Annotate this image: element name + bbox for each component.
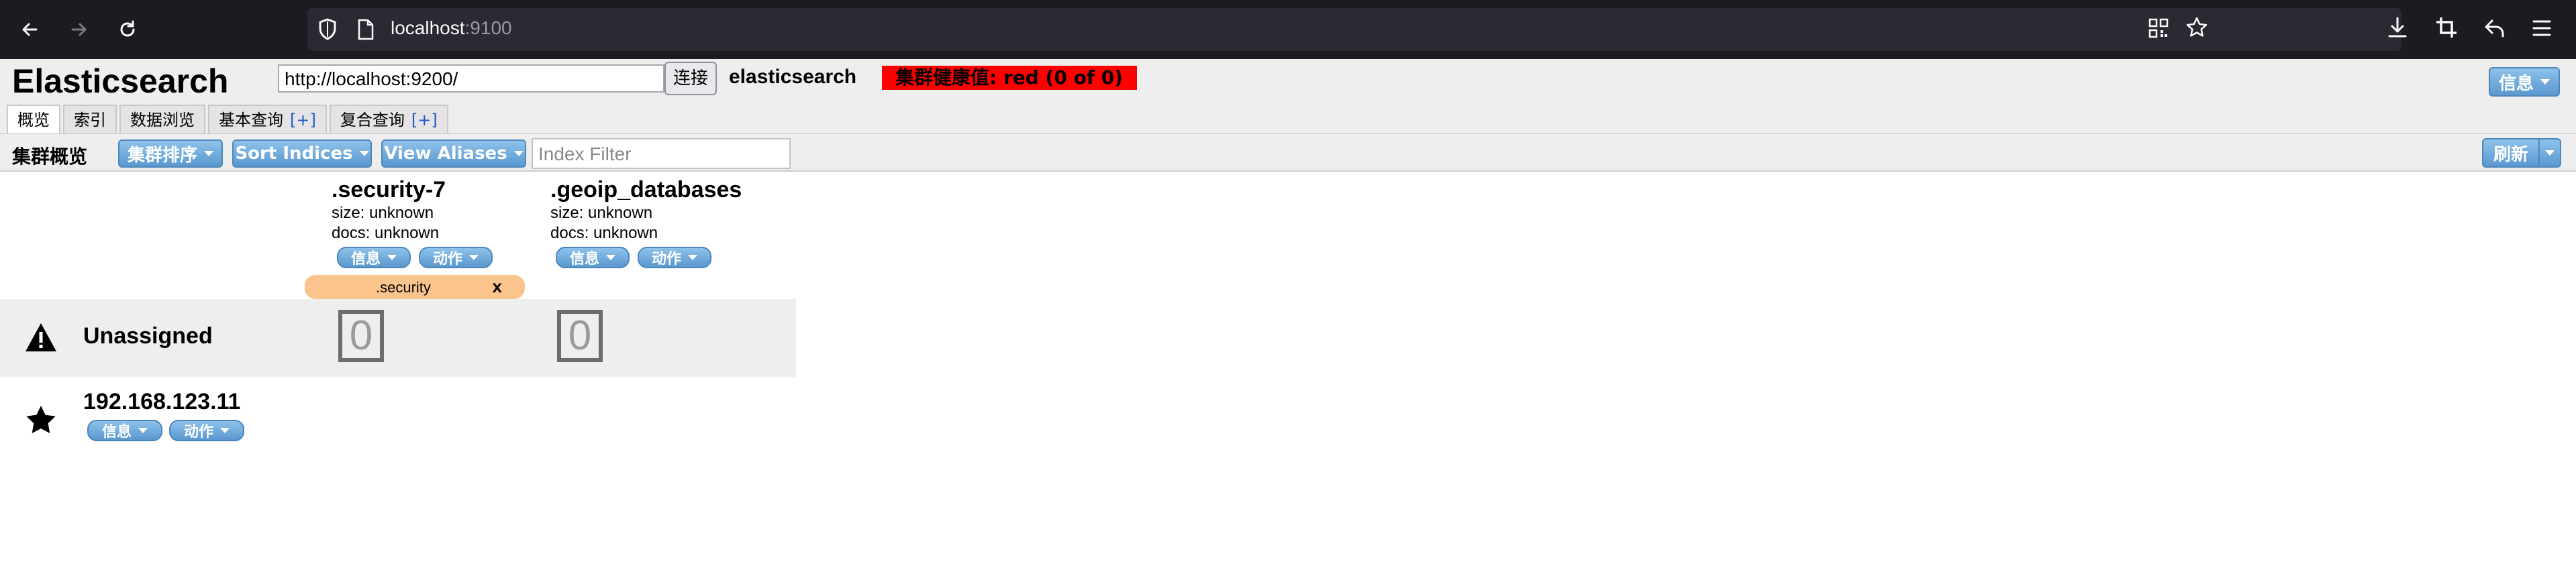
index-info-label: 信息	[350, 251, 381, 268]
reload-icon[interactable]	[113, 15, 142, 44]
url-port: :9100	[464, 17, 512, 38]
connect-url-input[interactable]: http://localhost:9200/	[278, 64, 664, 93]
tab-add[interactable]: [+]	[411, 111, 438, 129]
index-info-button[interactable]: 信息	[337, 247, 411, 268]
sort-indices-button[interactable]: Sort Indices	[232, 139, 372, 168]
index-size: size: unknown	[332, 204, 434, 222]
chevron-down-icon	[359, 151, 369, 156]
node-action-button[interactable]: 动作	[169, 420, 244, 441]
index-size: size: unknown	[550, 204, 653, 222]
tab-add[interactable]: [+]	[290, 111, 316, 129]
app-title: Elasticsearch	[12, 62, 229, 100]
bookmark-star-icon[interactable]	[2185, 16, 2208, 39]
chevron-down-icon	[220, 428, 230, 433]
tab-compound-query[interactable]: 复合查询 [+]	[329, 105, 448, 134]
view-aliases-label: View Aliases	[384, 144, 507, 164]
forward-arrow-icon[interactable]	[64, 15, 94, 44]
star-icon	[26, 405, 56, 437]
chevron-down-icon	[469, 255, 479, 260]
info-menu-button[interactable]: 信息	[2489, 67, 2560, 97]
node-info-button[interactable]: 信息	[87, 420, 162, 441]
alias-tag: .security x	[305, 275, 525, 299]
page-icon	[357, 19, 375, 40]
chevron-down-icon	[606, 255, 615, 260]
node-action-label: 动作	[183, 424, 213, 441]
chevron-down-icon	[138, 428, 148, 433]
chevron-down-icon	[513, 151, 524, 156]
index-docs: docs: unknown	[550, 224, 658, 242]
toolbar-title: 集群概览	[12, 146, 88, 168]
elasticsearch-head-app: Elasticsearch http://localhost:9200/ 连接 …	[0, 59, 2576, 566]
tab-basic-query[interactable]: 基本查询 [+]	[208, 105, 327, 134]
qr-code-icon[interactable]	[2148, 17, 2169, 39]
unassigned-row: Unassigned 0 0	[0, 299, 796, 377]
index-action-label: 动作	[651, 251, 681, 268]
undo-icon[interactable]	[2483, 17, 2506, 39]
index-action-label: 动作	[432, 251, 462, 268]
app-header: Elasticsearch http://localhost:9200/ 连接 …	[0, 59, 2576, 172]
chevron-down-icon	[204, 151, 213, 156]
node-name: 192.168.123.11	[83, 389, 241, 414]
index-filter-input[interactable]: Index Filter	[532, 138, 791, 169]
main-tabs: 概览 索引 数据浏览 基本查询 [+] 复合查询 [+]	[7, 105, 448, 134]
info-menu-label: 信息	[2498, 73, 2534, 94]
cluster-health-badge: 集群健康值: red (0 of 0)	[882, 66, 1137, 90]
index-docs: docs: unknown	[332, 224, 440, 242]
connect-button[interactable]: 连接	[664, 62, 717, 95]
tab-label: 复合查询	[340, 111, 405, 129]
download-icon[interactable]	[2387, 16, 2408, 39]
url-text[interactable]: localhost:9100	[391, 17, 512, 39]
index-name: .security-7	[332, 177, 446, 203]
chevron-down-icon	[387, 255, 397, 260]
menu-icon[interactable]	[2532, 19, 2552, 38]
alias-remove-button[interactable]: x	[493, 276, 502, 297]
cluster-overview: .security-7 size: unknown docs: unknown …	[0, 172, 2576, 566]
refresh-button[interactable]: 刷新	[2482, 138, 2540, 168]
chevron-down-icon	[688, 255, 697, 260]
chevron-down-icon	[2545, 150, 2555, 156]
index-action-button[interactable]: 动作	[419, 247, 493, 268]
tab-indices[interactable]: 索引	[63, 105, 117, 134]
shield-icon[interactable]	[317, 17, 338, 42]
sort-indices-label: Sort Indices	[235, 144, 353, 164]
tab-label: 基本查询	[219, 111, 283, 129]
refresh-options-button[interactable]	[2538, 138, 2561, 168]
chevron-down-icon	[2540, 79, 2550, 84]
index-action-button[interactable]: 动作	[638, 247, 711, 268]
overview-toolbar: 集群概览 集群排序 Sort Indices View Aliases Inde…	[0, 134, 2576, 172]
url-host: localhost	[391, 17, 465, 38]
view-aliases-button[interactable]: View Aliases	[381, 139, 526, 168]
alias-name: .security	[376, 279, 431, 296]
cluster-sort-button[interactable]: 集群排序	[118, 139, 223, 168]
address-bar[interactable]	[307, 8, 2401, 51]
cluster-name: elasticsearch	[729, 66, 857, 88]
tab-label: 索引	[74, 111, 106, 129]
index-name: .geoip_databases	[550, 177, 742, 203]
unassigned-shard[interactable]: 0	[338, 310, 384, 362]
browser-chrome: localhost:9100	[0, 0, 2576, 59]
index-info-button[interactable]: 信息	[556, 247, 630, 268]
index-info-label: 信息	[569, 251, 599, 268]
crop-icon[interactable]	[2435, 16, 2458, 39]
tab-label: 概览	[17, 111, 50, 129]
tab-browser[interactable]: 数据浏览	[119, 105, 205, 134]
warning-icon	[24, 322, 58, 355]
cluster-sort-label: 集群排序	[127, 145, 197, 166]
tab-label: 数据浏览	[130, 111, 195, 129]
unassigned-label: Unassigned	[83, 323, 213, 349]
node-info-label: 信息	[101, 424, 132, 441]
back-arrow-icon[interactable]	[15, 15, 44, 44]
tab-overview[interactable]: 概览	[7, 105, 60, 134]
unassigned-shard[interactable]: 0	[557, 310, 603, 362]
